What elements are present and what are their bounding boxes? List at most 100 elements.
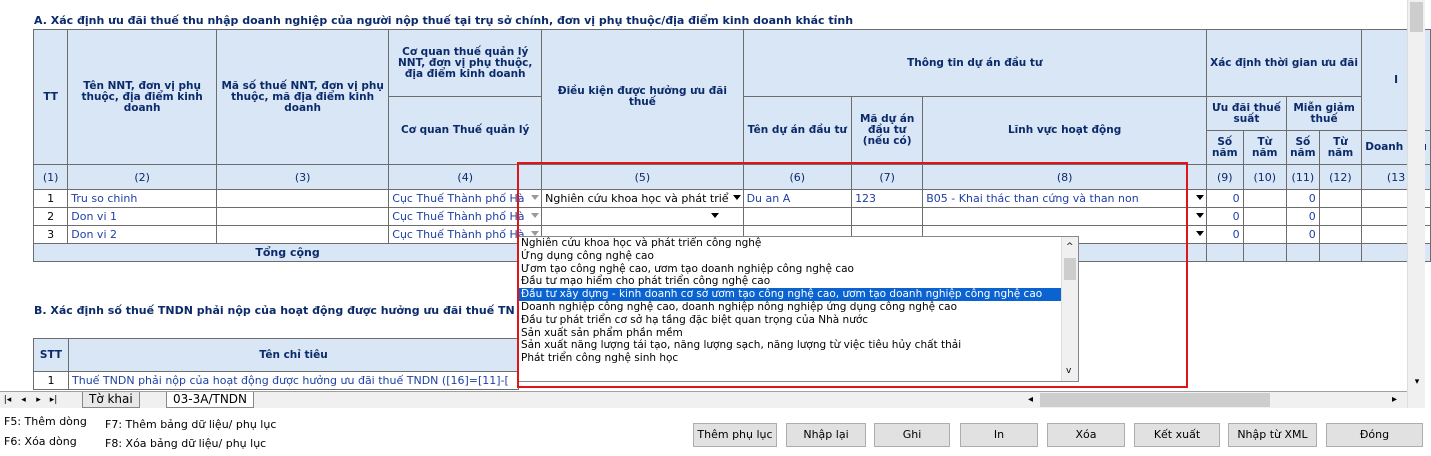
scroll-thumb[interactable] <box>1064 258 1076 280</box>
hint-f6: F6: Xóa dòng <box>4 435 77 448</box>
row-ten-da-input[interactable] <box>742 207 853 226</box>
chevron-down-icon[interactable] <box>1195 231 1204 236</box>
row-dieu-kien-select[interactable]: Nghiên cứu khoa học và phát triể <box>541 189 744 208</box>
header-mst: Mã số thuế NNT, đơn vị phụ thuộc, mã địa… <box>215 29 390 165</box>
scroll-thumb[interactable] <box>1040 393 1270 407</box>
header-mien-giam: Miễn giảm thuế <box>1285 96 1363 131</box>
header-cq-group: Cơ quan thuế quản lý NNT, đơn vị phụ thu… <box>388 29 543 97</box>
row-tt: 2 <box>32 207 69 226</box>
chevron-down-icon[interactable]: ▾ <box>1411 377 1423 389</box>
dropdown-scrollbar[interactable]: ^ v <box>1061 237 1078 381</box>
dropdown-option[interactable]: Sản xuất sản phẩm phần mềm <box>519 327 1078 340</box>
header-tu-nam-2: Từ năm <box>1318 130 1363 165</box>
row-linh-vuc-select[interactable]: B05 - Khai thác than cứng và than non <box>922 189 1207 208</box>
chevron-left-icon[interactable]: ◂ <box>1028 394 1033 405</box>
col-num: (7) <box>851 164 924 190</box>
dropdown-option[interactable]: Ươm tạo công nghệ cao, ươm tạo doanh ngh… <box>519 263 1078 276</box>
row-ten-input[interactable]: Tru so chinh <box>67 189 217 208</box>
row-ma-da-input[interactable] <box>851 207 924 226</box>
chevron-down-icon[interactable] <box>531 213 540 218</box>
chevron-down-icon[interactable] <box>732 195 741 200</box>
header-tt: TT <box>32 29 69 165</box>
row-ten-input[interactable]: Don vi 1 <box>67 207 217 226</box>
header-ten-chi-tieu: Tên chỉ tiêu <box>68 338 519 372</box>
chevron-down-icon[interactable] <box>1195 213 1204 218</box>
header-xac-dinh: Xác định thời gian ưu đãi <box>1205 29 1363 97</box>
row-chi-tieu: Thuế TNDN phải nộp của hoạt động được hư… <box>68 371 519 390</box>
row-tu-nam-2-input[interactable] <box>1318 207 1363 226</box>
section-a-title: A. Xác định ưu đãi thuế thu nhập doanh n… <box>34 14 854 27</box>
row-stt: 1 <box>33 371 69 390</box>
dropdown-option[interactable]: Ứng dụng công nghệ cao <box>519 250 1078 263</box>
header-cq: Cơ quan Thuế quản lý <box>388 96 543 165</box>
dropdown-option[interactable]: Đầu tư xây dựng - kinh doanh cơ sở ươm t… <box>519 288 1078 301</box>
row-so-nam-2-input[interactable]: 0 <box>1285 207 1320 226</box>
row-dieu-kien-select[interactable] <box>541 207 744 226</box>
last-sheet-icon[interactable]: ▸| <box>48 394 59 406</box>
dropdown-option[interactable]: Đầu tư mạo hiểm cho phát triển công nghệ… <box>519 275 1078 288</box>
xoa-button[interactable]: Xóa <box>1047 423 1125 447</box>
chevron-down-icon[interactable] <box>1195 195 1204 200</box>
row-mst-input[interactable] <box>215 225 390 244</box>
row-tu-nam-2-input[interactable] <box>1318 225 1363 244</box>
row-cq-select[interactable]: Cục Thuế Thành phố Hà <box>388 189 543 208</box>
dropdown-option[interactable]: Đầu tư phát triển cơ sở hạ tầng đặc biệt… <box>519 314 1078 327</box>
chevron-down-icon[interactable]: v <box>1066 366 1071 376</box>
dropdown-option[interactable]: Phát triển công nghệ sinh học <box>519 352 1078 365</box>
row-so-nam-input[interactable]: 0 <box>1205 207 1244 226</box>
row-cq-select[interactable]: Cục Thuế Thành phố Hà <box>388 207 543 226</box>
ghi-button[interactable]: Ghi <box>874 423 950 447</box>
header-thong-tin: Thông tin dự án đầu tư <box>742 29 1207 97</box>
row-ten-input[interactable]: Don vi 2 <box>67 225 217 244</box>
chevron-down-icon[interactable] <box>710 213 719 218</box>
tab-to-khai[interactable]: Tờ khai <box>82 392 140 408</box>
tab-03-3a-tndn[interactable]: 03-3A/TNDN <box>166 392 255 408</box>
dieu-kien-dropdown-list[interactable]: Nghiên cứu khoa học và phát triển công n… <box>518 236 1079 382</box>
main-vscroll[interactable]: ▾ <box>1407 0 1425 408</box>
row-tu-nam-input[interactable] <box>1242 225 1287 244</box>
row-so-nam-2-input[interactable]: 0 <box>1285 225 1320 244</box>
dropdown-option[interactable]: Doanh nghiệp công nghệ cao, doanh nghiệp… <box>519 301 1078 314</box>
dong-button[interactable]: Đóng <box>1326 423 1423 447</box>
nhap-tu-xml-button[interactable]: Nhập từ XML <box>1228 423 1317 447</box>
row-so-nam-input[interactable]: 0 <box>1205 189 1244 208</box>
prev-sheet-icon[interactable]: ◂ <box>18 394 29 406</box>
nhap-lai-button[interactable]: Nhập lại <box>786 423 866 447</box>
first-sheet-icon[interactable]: |◂ <box>2 394 13 406</box>
row-so-nam-2-input[interactable]: 0 <box>1285 189 1320 208</box>
col-num: (9) <box>1205 164 1244 190</box>
header-linh-vuc: Lĩnh vực hoạt động <box>922 96 1207 165</box>
row-so-nam-input[interactable]: 0 <box>1205 225 1244 244</box>
next-sheet-icon[interactable]: ▸ <box>33 394 44 406</box>
row-tu-nam-input[interactable] <box>1242 207 1287 226</box>
row-mst-input[interactable] <box>215 207 390 226</box>
dropdown-option[interactable]: Nghiên cứu khoa học và phát triển công n… <box>519 237 1078 250</box>
row-cq-value: Cục Thuế Thành phố Hà <box>392 210 525 223</box>
total-label: Tổng cộng <box>32 243 543 262</box>
header-stt: STT <box>33 338 69 372</box>
hint-f8: F8: Xóa bảng dữ liệu/ phụ lục <box>105 437 267 450</box>
row-ten-da-input[interactable]: Du an A <box>742 189 853 208</box>
row-mst-input[interactable] <box>215 189 390 208</box>
them-phu-luc-button[interactable]: Thêm phụ lục <box>693 423 777 447</box>
row-linh-vuc-select[interactable] <box>922 207 1207 226</box>
col-num: (11) <box>1285 164 1320 190</box>
row-ma-da-input[interactable]: 123 <box>851 189 924 208</box>
header-uu-dai: Ưu đãi thuế suất <box>1205 96 1287 131</box>
section-b-title: B. Xác định số thuế TNDN phải nộp của ho… <box>34 304 515 317</box>
tax-form-window: A. Xác định ưu đãi thuế thu nhập doanh n… <box>0 0 1431 456</box>
ket-xuat-button[interactable]: Kết xuất <box>1134 423 1220 447</box>
header-ten-nnt: Tên NNT, đơn vị phụ thuộc, địa điểm kinh… <box>67 29 217 165</box>
dropdown-option[interactable]: Sản xuất năng lượng tái tạo, năng lượng … <box>519 339 1078 352</box>
row-tu-nam-input[interactable] <box>1242 189 1287 208</box>
table-row: 2 Don vi 1 Cục Thuế Thành phố Hà 0 0 <box>32 207 1431 226</box>
main-hscroll[interactable]: ◂ ▸ <box>1024 391 1407 408</box>
row-tu-nam-2-input[interactable] <box>1318 189 1363 208</box>
chevron-right-icon[interactable]: ▸ <box>1392 394 1397 405</box>
col-num: (6) <box>742 164 853 190</box>
in-button[interactable]: In <box>960 423 1038 447</box>
row-tt: 3 <box>32 225 69 244</box>
chevron-down-icon[interactable] <box>531 195 540 200</box>
scroll-thumb[interactable] <box>1410 2 1423 32</box>
chevron-up-icon[interactable]: ^ <box>1066 242 1074 252</box>
